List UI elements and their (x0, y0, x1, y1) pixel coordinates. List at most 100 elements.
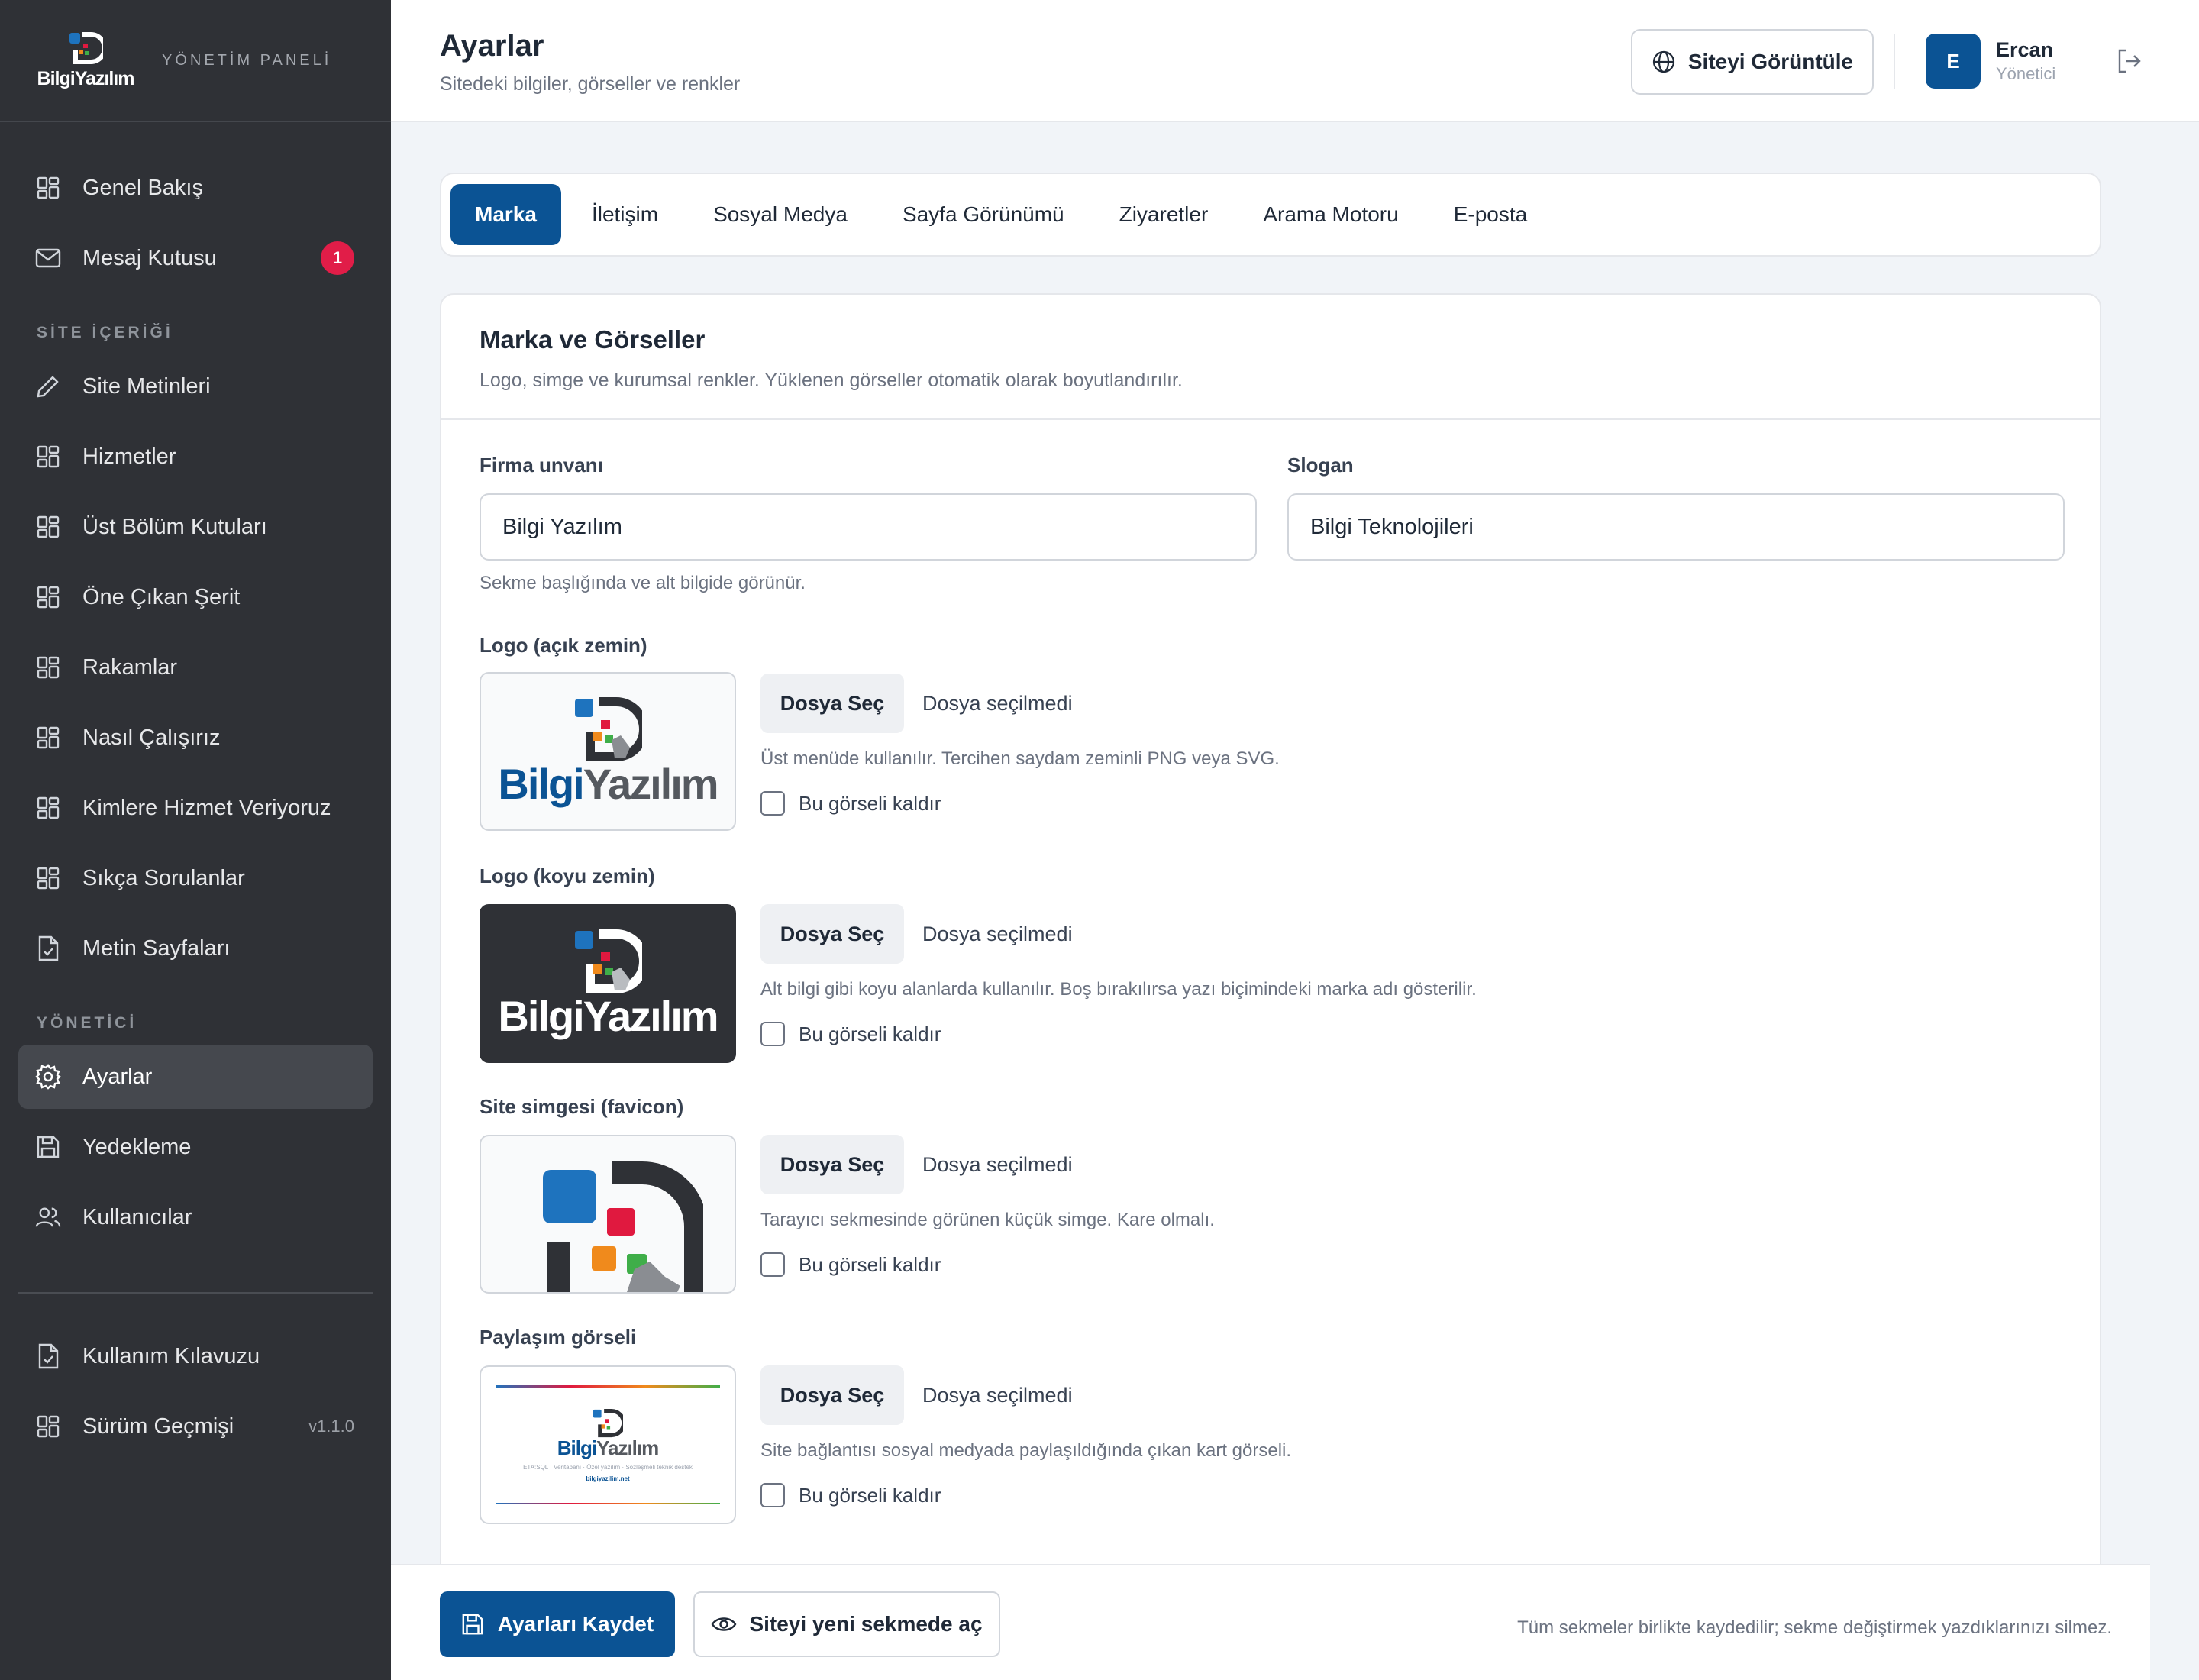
logout-button[interactable] (2115, 47, 2142, 79)
favicon-preview (480, 1135, 736, 1294)
panel-label: YÖNETİM PANELİ (162, 51, 332, 69)
tab-e-posta[interactable]: E-posta (1429, 184, 1552, 245)
tab-marka[interactable]: Marka (450, 184, 561, 245)
file-none-text: Dosya seçilmedi (922, 922, 1073, 945)
sidebar-item-label: Kullanıcılar (82, 1204, 192, 1229)
logo-light-preview: BilgiYazılım (480, 672, 736, 831)
remove-logo-light-checkbox[interactable]: Bu görseli kaldır (760, 791, 941, 816)
logo-word-bilgi: Bilgi (498, 760, 584, 808)
sidebar-item-label: Hizmetler (82, 444, 176, 469)
file-choose-button-logo-dark[interactable]: Dosya Seç (760, 904, 904, 964)
tab-sayfa-gorunumu[interactable]: Sayfa Görünümü (878, 184, 1089, 245)
sticky-action-bar: Ayarları Kaydet Siteyi yeni sekmede aç T… (391, 1564, 2150, 1680)
logo-wordmark: BilgiYazılım (498, 760, 719, 808)
sidebar-item-yedekleme[interactable]: Yedekleme (18, 1115, 373, 1179)
logo-dark-hint: Alt bilgi gibi koyu alanlarda kullanılır… (760, 979, 1477, 1000)
file-choose-button-share[interactable]: Dosya Seç (760, 1365, 904, 1425)
grid-icon (35, 725, 61, 751)
logo-word-bilgi: Bilgi (557, 1436, 597, 1459)
sidebar-item-nasil-calisiriz[interactable]: Nasıl Çalışırız (18, 706, 373, 770)
sidebar-item-hizmetler[interactable]: Hizmetler (18, 425, 373, 489)
grid-icon (35, 654, 61, 680)
sidebar-item-ust-bolum-kutulari[interactable]: Üst Bölüm Kutuları (18, 495, 373, 559)
sidebar-item-label: Sıkça Sorulanlar (82, 865, 245, 890)
view-site-label: Siteyi Görüntüle (1687, 50, 1854, 73)
sidebar-brand[interactable]: BilgiYazılım YÖNETİM PANELİ (0, 0, 391, 122)
grid-icon (35, 865, 61, 891)
save-settings-button[interactable]: Ayarları Kaydet (440, 1591, 675, 1657)
user-name: Ercan (1996, 38, 2054, 61)
grid-icon (35, 444, 61, 470)
tab-iletisim[interactable]: İletişim (567, 184, 683, 245)
sidebar-item-label: Kullanım Kılavuzu (82, 1343, 260, 1368)
slogan-label: Slogan (1287, 454, 1354, 477)
sidebar-item-metin-sayfalari[interactable]: Metin Sayfaları (18, 916, 373, 981)
card-title: Marka ve Görseller (480, 325, 706, 354)
logo-dark-label: Logo (koyu zemin) (480, 864, 655, 887)
header-separator (1894, 34, 1895, 89)
file-none-text: Dosya seçilmedi (922, 1153, 1073, 1176)
section-yonetici: YÖNETİCİ (37, 1014, 137, 1032)
sidebar-item-site-metinleri[interactable]: Site Metinleri (18, 354, 373, 418)
checkbox-box[interactable] (760, 1483, 785, 1507)
checkbox-label: Bu görseli kaldır (799, 1252, 941, 1276)
sidebar-item-ayarlar[interactable]: Ayarlar (18, 1045, 373, 1109)
sidebar-item-kullanicilar[interactable]: Kullanıcılar (18, 1185, 373, 1249)
sidebar-item-genel-bakis[interactable]: Genel Bakış (18, 156, 373, 220)
sidebar-item-label: Site Metinleri (82, 373, 211, 399)
logo-mark-icon (574, 697, 642, 761)
sidebar-item-label: Mesaj Kutusu (82, 245, 217, 270)
tab-arama-motoru[interactable]: Arama Motoru (1238, 184, 1422, 245)
file-choose-button-logo-light[interactable]: Dosya Seç (760, 674, 904, 733)
save-icon (35, 1134, 61, 1160)
tab-sosyal-medya[interactable]: Sosyal Medya (689, 184, 872, 245)
open-site-label: Siteyi yeni sekmede aç (749, 1612, 983, 1636)
document-icon (35, 1343, 61, 1369)
share-caption: ETA:SQL · Veritabanı · Özel yazılım · Sö… (523, 1463, 693, 1471)
sidebar-item-label: Metin Sayfaları (82, 935, 231, 961)
tab-ziyaretler[interactable]: Ziyaretler (1095, 184, 1233, 245)
sidebar-item-label: Öne Çıkan Şerit (82, 584, 241, 609)
sidebar-item-kimlere-hizmet[interactable]: Kimlere Hizmet Veriyoruz (18, 776, 373, 840)
open-site-new-tab-button[interactable]: Siteyi yeni sekmede aç (693, 1591, 1000, 1657)
checkbox-label: Bu görseli kaldır (799, 791, 941, 815)
checkbox-box[interactable] (760, 791, 785, 816)
section-site-icerigi: SİTE İÇERİĞİ (37, 324, 173, 341)
sidebar-item-rakamlar[interactable]: Rakamlar (18, 635, 373, 699)
users-icon (35, 1204, 61, 1230)
favicon-hint: Tarayıcı sekmesinde görünen küçük simge.… (760, 1210, 1215, 1230)
company-hint: Sekme başlığında ve alt bilgide görünür. (480, 573, 806, 593)
view-site-button[interactable]: Siteyi Görüntüle (1631, 29, 1874, 95)
slogan-input[interactable]: Bilgi Teknolojileri (1287, 493, 2065, 561)
favicon-label: Site simgesi (favicon) (480, 1095, 684, 1118)
share-card: BilgiYazılım ETA:SQL · Veritabanı · Özel… (496, 1385, 720, 1504)
checkbox-box[interactable] (760, 1022, 785, 1046)
sidebar-item-mesaj-kutusu[interactable]: Mesaj Kutusu 1 (18, 226, 373, 290)
sidebar-item-surum-gecmisi[interactable]: Sürüm Geçmişi v1.1.0 (18, 1394, 373, 1459)
file-choose-button-favicon[interactable]: Dosya Seç (760, 1135, 904, 1194)
remove-favicon-checkbox[interactable]: Bu görseli kaldır (760, 1252, 941, 1277)
version-label: v1.1.0 (308, 1417, 354, 1436)
sidebar-item-label: Nasıl Çalışırız (82, 725, 221, 750)
company-input[interactable]: Bilgi Yazılım (480, 493, 1257, 561)
document-icon (35, 935, 61, 961)
sidebar-item-label: Ayarlar (82, 1064, 153, 1089)
sidebar-item-sikca-sorulanlar[interactable]: Sıkça Sorulanlar (18, 846, 373, 910)
remove-share-image-checkbox[interactable]: Bu görseli kaldır (760, 1483, 941, 1507)
gear-icon (35, 1064, 61, 1090)
logo-word-yazilim: Yazılım (583, 760, 719, 808)
card-description: Logo, simge ve kurumsal renkler. Yüklene… (480, 370, 1183, 391)
avatar[interactable]: E (1926, 34, 1981, 89)
page-title: Ayarlar (440, 29, 544, 63)
logo-wordmark: BilgiYazılım (557, 1436, 660, 1459)
sidebar-item-one-cikan-serit[interactable]: Öne Çıkan Şerit (18, 565, 373, 629)
remove-logo-dark-checkbox[interactable]: Bu görseli kaldır (760, 1022, 941, 1046)
checkbox-box[interactable] (760, 1252, 785, 1277)
top-header: Ayarlar Sitedeki bilgiler, görseller ve … (391, 0, 2199, 122)
grid-icon (35, 795, 61, 821)
company-label: Firma unvanı (480, 454, 603, 477)
brand-wordmark: BilgiYazılım (37, 67, 135, 89)
checkbox-label: Bu görseli kaldır (799, 1022, 941, 1045)
logo-dark-preview: BilgiYazılım (480, 904, 736, 1063)
sidebar-item-kullanim-kilavuzu[interactable]: Kullanım Kılavuzu (18, 1324, 373, 1388)
